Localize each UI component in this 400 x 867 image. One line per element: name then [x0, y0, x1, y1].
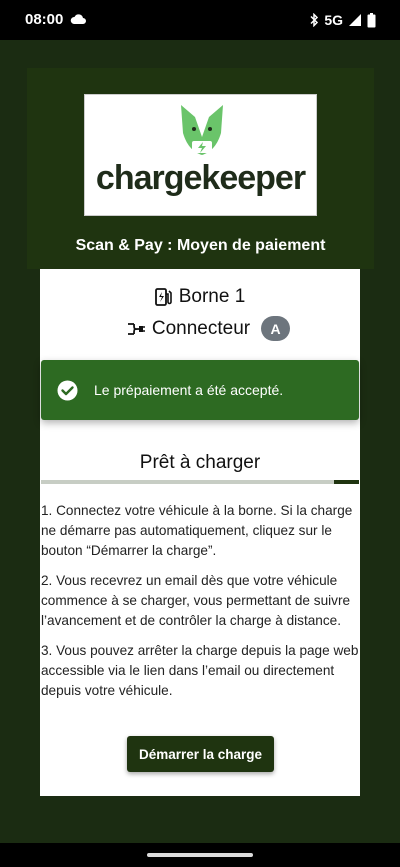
instructions: 1. Connectez votre véhicule à la borne. … — [41, 501, 361, 711]
connector-label: Connecteur — [151, 317, 251, 339]
check-circle-icon — [57, 380, 78, 400]
home-handle[interactable] — [147, 853, 253, 857]
battery-icon — [367, 12, 376, 27]
instruction-step: 1. Connectez votre véhicule à la borne. … — [41, 503, 353, 558]
status-icons: 5G — [309, 11, 376, 29]
status-time: 08:00 — [25, 11, 64, 28]
instruction-step: 2. Vous recevrez un email dès que votre … — [41, 573, 351, 628]
borne-label: Borne 1 — [178, 286, 246, 307]
header-subtitle: Scan & Pay : Moyen de paiement — [75, 237, 326, 254]
progress-track — [41, 480, 334, 484]
progress-bar — [41, 480, 359, 484]
signal-icon — [349, 14, 361, 26]
logo-wordmark: chargekeeper — [95, 159, 306, 197]
alert-message: Le prépaiement a été accepté. — [94, 382, 284, 398]
borne-row: Borne 1 — [0, 286, 400, 308]
status-bar: 08:00 5G — [0, 0, 400, 40]
header-banner: chargekeeper Scan & Pay : Moyen de paiem… — [27, 68, 374, 269]
bluetooth-icon — [310, 13, 319, 27]
logo: chargekeeper — [84, 94, 317, 216]
cloud-icon — [70, 14, 86, 24]
status-title: Prêt à charger — [139, 452, 261, 473]
dog-logo-icon — [181, 105, 223, 155]
plug-icon — [127, 322, 145, 335]
instruction-step: 3. Vous pouvez arrêter la charge depuis … — [41, 643, 359, 698]
network-type: 5G — [324, 12, 343, 28]
charging-station-icon — [154, 288, 172, 306]
progress-fill — [333, 480, 359, 484]
connector-row: Connecteur A — [0, 316, 400, 341]
payment-accepted-alert: Le prépaiement a été accepté. — [41, 360, 359, 420]
connector-badge: A — [261, 316, 291, 341]
start-charge-button[interactable]: Démarrer la charge — [127, 736, 274, 772]
navigation-bar — [0, 843, 400, 867]
